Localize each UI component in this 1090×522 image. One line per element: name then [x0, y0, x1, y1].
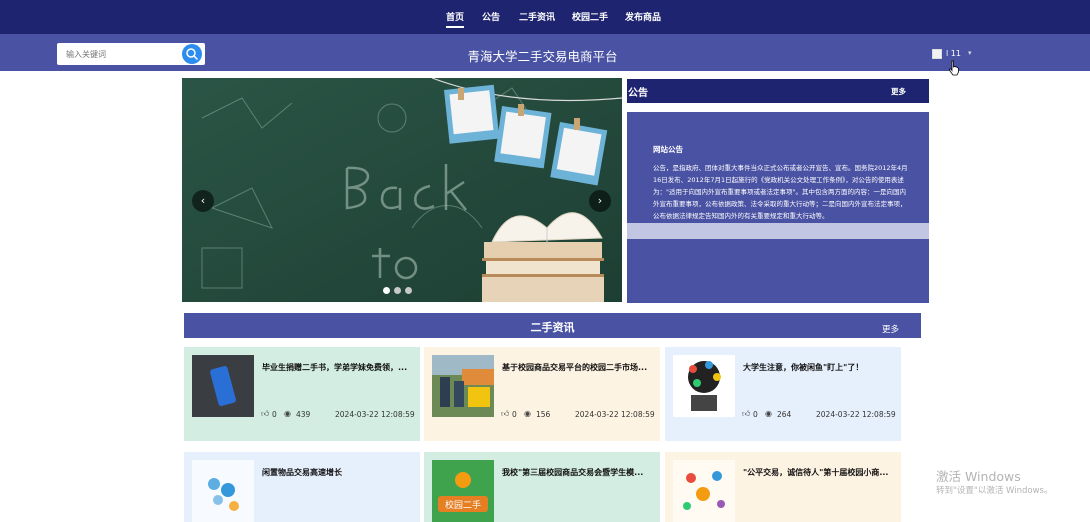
carousel-next-button[interactable]: ›	[589, 190, 611, 212]
carousel-dot[interactable]	[383, 287, 390, 294]
phone-thumbnail	[192, 355, 254, 417]
idea-cloud-thumbnail	[673, 355, 735, 417]
svg-text:校园二手: 校园二手	[445, 499, 481, 511]
news-card-title[interactable]: 大学生注意，你被闲鱼"盯上"了！	[743, 362, 893, 373]
windows-activation-title: 激活 Windows	[936, 469, 1021, 484]
search-button[interactable]	[182, 44, 202, 64]
news-more-link[interactable]: 更多	[882, 323, 899, 335]
notice-text: 公告，是指政府、团体对重大事件当众正式公布或者公开宣告、宣布。国务院2012年4…	[653, 164, 908, 220]
thumbs-up-icon[interactable]: 👍︎	[261, 409, 269, 419]
news-card[interactable]: 大学生注意，你被闲鱼"盯上"了！ 👍︎ 0 ◉ 264 2024-03-22 1…	[665, 347, 901, 441]
mouse-cursor-icon	[948, 60, 959, 76]
post-date: 2024-03-22 12:08:59	[335, 410, 415, 419]
news-card[interactable]: "公平交易，诚信待人"第十届校园小商...	[665, 452, 901, 522]
fair-trade-thumbnail	[673, 460, 735, 522]
view-count: 439	[296, 410, 311, 419]
site-title: 青海大学二手交易电商平台	[467, 49, 618, 64]
notice-title: 公告	[628, 88, 648, 99]
view-count: 156	[536, 410, 551, 419]
campus-market-poster-thumbnail: 校园二手	[432, 460, 494, 522]
notice-divider	[627, 223, 929, 239]
news-card-title[interactable]: 我校"第三届校园商品交易会暨学生模...	[502, 467, 652, 478]
infographic-thumbnail	[192, 460, 254, 522]
news-card[interactable]: 基于校园商品交易平台的校园二手市场... 👍︎ 0 ◉ 156 2024-03-…	[424, 347, 660, 441]
chevron-down-icon[interactable]: ▾	[968, 49, 972, 57]
nav-item-campus-secondhand[interactable]: 校园二手	[572, 10, 608, 23]
market-stall-thumbnail	[432, 355, 494, 417]
notice-more-link[interactable]: 更多	[891, 86, 906, 97]
nav-item-secondhand-news[interactable]: 二手资讯	[519, 10, 555, 23]
news-card-title[interactable]: 毕业生捐赠二手书，学弟学妹免费领，...	[262, 362, 412, 373]
carousel-dot[interactable]	[394, 287, 401, 294]
carousel-dot[interactable]	[405, 287, 412, 294]
search-input[interactable]	[57, 43, 181, 65]
news-card-title[interactable]: 基于校园商品交易平台的校园二手市场...	[502, 362, 652, 373]
top-navigation-bar: 首页 公告 二手资讯 校园二手 发布商品	[0, 0, 1090, 34]
search-icon	[186, 48, 198, 60]
like-count: 0	[753, 410, 758, 419]
back-to-school-image	[182, 78, 622, 302]
view-count: 264	[777, 410, 792, 419]
eye-icon: ◉	[284, 409, 291, 418]
notice-heading[interactable]: 网站公告	[653, 144, 683, 155]
eye-icon: ◉	[765, 409, 772, 418]
eye-icon: ◉	[524, 409, 531, 418]
user-name[interactable]: l 11	[946, 49, 961, 58]
avatar[interactable]	[932, 49, 942, 59]
carousel-prev-button[interactable]: ‹	[192, 190, 214, 212]
news-card-title[interactable]: 闲置物品交易高速增长	[262, 467, 412, 478]
like-count: 0	[272, 410, 277, 419]
notice-body: 网站公告 公告，是指政府、团体对重大事件当众正式公布或者公开宣告、宣布。国务院2…	[627, 112, 929, 303]
post-date: 2024-03-22 12:08:59	[575, 410, 655, 419]
windows-activation-hint: 转到"设置"以激活 Windows。	[936, 486, 1053, 496]
like-count: 0	[512, 410, 517, 419]
notice-header	[627, 79, 929, 103]
news-card[interactable]: 毕业生捐赠二手书，学弟学妹免费领，... 👍︎ 0 ◉ 439 2024-03-…	[184, 347, 420, 441]
search-box	[57, 43, 205, 65]
nav-item-publish-goods[interactable]: 发布商品	[625, 10, 661, 23]
news-section-title: 二手资讯	[530, 321, 575, 334]
news-card[interactable]: 闲置物品交易高速增长	[184, 452, 420, 522]
thumbs-up-icon[interactable]: 👍︎	[742, 409, 750, 419]
news-card-title[interactable]: "公平交易，诚信待人"第十届校园小商...	[743, 467, 893, 478]
nav-item-notice[interactable]: 公告	[482, 10, 500, 23]
carousel-banner[interactable]	[182, 78, 622, 302]
post-date: 2024-03-22 12:08:59	[816, 410, 896, 419]
nav-item-home[interactable]: 首页	[446, 10, 465, 28]
news-card[interactable]: 校园二手 我校"第三届校园商品交易会暨学生模...	[424, 452, 660, 522]
thumbs-up-icon[interactable]: 👍︎	[501, 409, 509, 419]
